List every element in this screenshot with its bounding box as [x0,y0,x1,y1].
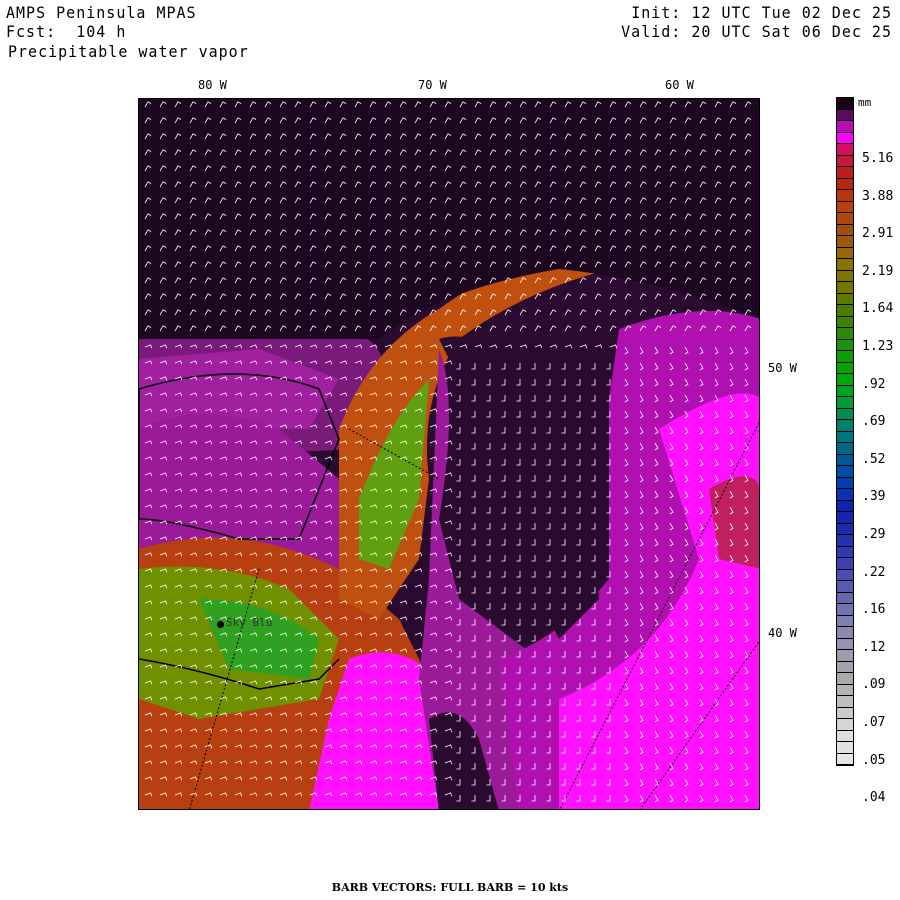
colorbar-label: 3.88 [862,188,894,204]
colorbar-label: .16 [862,602,886,618]
colorbar-swatch [837,201,853,213]
colorbar-swatch [837,98,853,110]
colorbar-label: .29 [862,527,886,542]
colorbar-label: 5.16 [862,151,894,166]
colorbar-swatch [837,696,853,708]
colorbar-swatch [837,500,853,512]
colorbar-swatch [837,650,853,662]
colorbar [836,97,854,766]
colorbar-swatch [837,247,853,259]
station-marker [217,621,224,628]
colorbar-label: .04 [862,790,886,806]
colorbar-swatch [837,558,853,570]
colorbar-swatch [837,213,853,225]
colorbar-swatch [837,684,853,696]
colorbar-swatch [837,753,853,765]
colorbar-label: 2.19 [862,263,894,279]
colorbar-swatch [837,719,853,731]
colorbar-label: .39 [862,489,886,505]
colorbar-swatch [837,374,853,386]
barb-legend: BARB VECTORS: FULL BARB = 10 kts [331,881,569,894]
colorbar-swatch [837,431,853,443]
colorbar-swatch [837,144,853,156]
colorbar-swatch [837,661,853,673]
colorbar-swatch [837,489,853,501]
colorbar-swatch [837,362,853,374]
colorbar-swatch [837,132,853,144]
colorbar-swatch [837,190,853,202]
colorbar-swatch [837,604,853,616]
colorbar-swatch [837,316,853,328]
colorbar-swatch [837,178,853,190]
colorbar-swatch [837,627,853,639]
colorbar-swatch [837,282,853,294]
colorbar-label: .09 [862,677,886,693]
colorbar-swatch [837,397,853,409]
colorbar-swatch [837,615,853,627]
colorbar-swatch [837,512,853,524]
colorbar-swatch [837,569,853,581]
colorbar-swatch [837,420,853,432]
colorbar-swatch [837,730,853,742]
colorbar-swatch [837,707,853,719]
pwv-field [139,99,759,809]
colorbar-swatch [837,339,853,351]
colorbar-swatch [837,167,853,179]
colorbar-swatch [837,236,853,248]
colorbar-label: .07 [862,715,886,730]
colorbar-swatch [837,454,853,466]
colorbar-label: .22 [862,564,886,580]
colorbar-swatch [837,351,853,363]
colorbar-swatch [837,546,853,558]
colorbar-label: .52 [862,451,886,467]
colorbar-swatch [837,638,853,650]
colorbar-swatch [837,259,853,271]
init-time: Init: 12 UTC Tue 02 Dec 25 [631,3,892,23]
colorbar-swatch [837,673,853,685]
colorbar-swatch [837,155,853,167]
colorbar-swatch [837,224,853,236]
map-panel [138,98,760,810]
colorbar-swatch [837,742,853,754]
colorbar-label: 2.91 [862,226,894,242]
colorbar-swatch [837,293,853,305]
lon-label-80w: 80 W [198,78,227,92]
colorbar-label: 1.64 [862,301,894,317]
colorbar-swatch [837,385,853,397]
colorbar-swatch [837,109,853,121]
lon-label-60w: 60 W [665,78,694,92]
colorbar-swatch [837,592,853,604]
model-title: AMPS Peninsula MPAS [6,3,197,23]
colorbar-label: .92 [862,376,886,392]
colorbar-label: .69 [862,414,886,430]
colorbar-swatch [837,581,853,593]
forecast-hour: Fcst: 104 h [6,22,127,42]
pwv-forecast-map: AMPS Peninsula MPAS Fcst: 104 h Precipit… [0,0,900,900]
colorbar-swatch [837,477,853,489]
colorbar-label: .12 [862,639,886,655]
colorbar-swatch [837,408,853,420]
field-title: Precipitable water vapor [8,42,249,62]
colorbar-swatch [837,270,853,282]
colorbar-swatch [837,535,853,547]
colorbar-units: mm [858,96,872,109]
colorbar-swatch [837,466,853,478]
lon-label-50w: 50 W [768,361,797,375]
colorbar-swatch [837,443,853,455]
colorbar-swatch [837,523,853,535]
colorbar-label: .05 [862,752,886,768]
station-label: Sky Blu [226,616,273,629]
colorbar-swatch [837,305,853,317]
colorbar-swatch [837,328,853,340]
colorbar-swatch [837,121,853,133]
valid-time: Valid: 20 UTC Sat 06 Dec 25 [621,22,892,42]
lon-label-70w: 70 W [418,78,447,92]
lon-label-40w: 40 W [768,626,797,640]
colorbar-label: 1.23 [862,339,894,354]
